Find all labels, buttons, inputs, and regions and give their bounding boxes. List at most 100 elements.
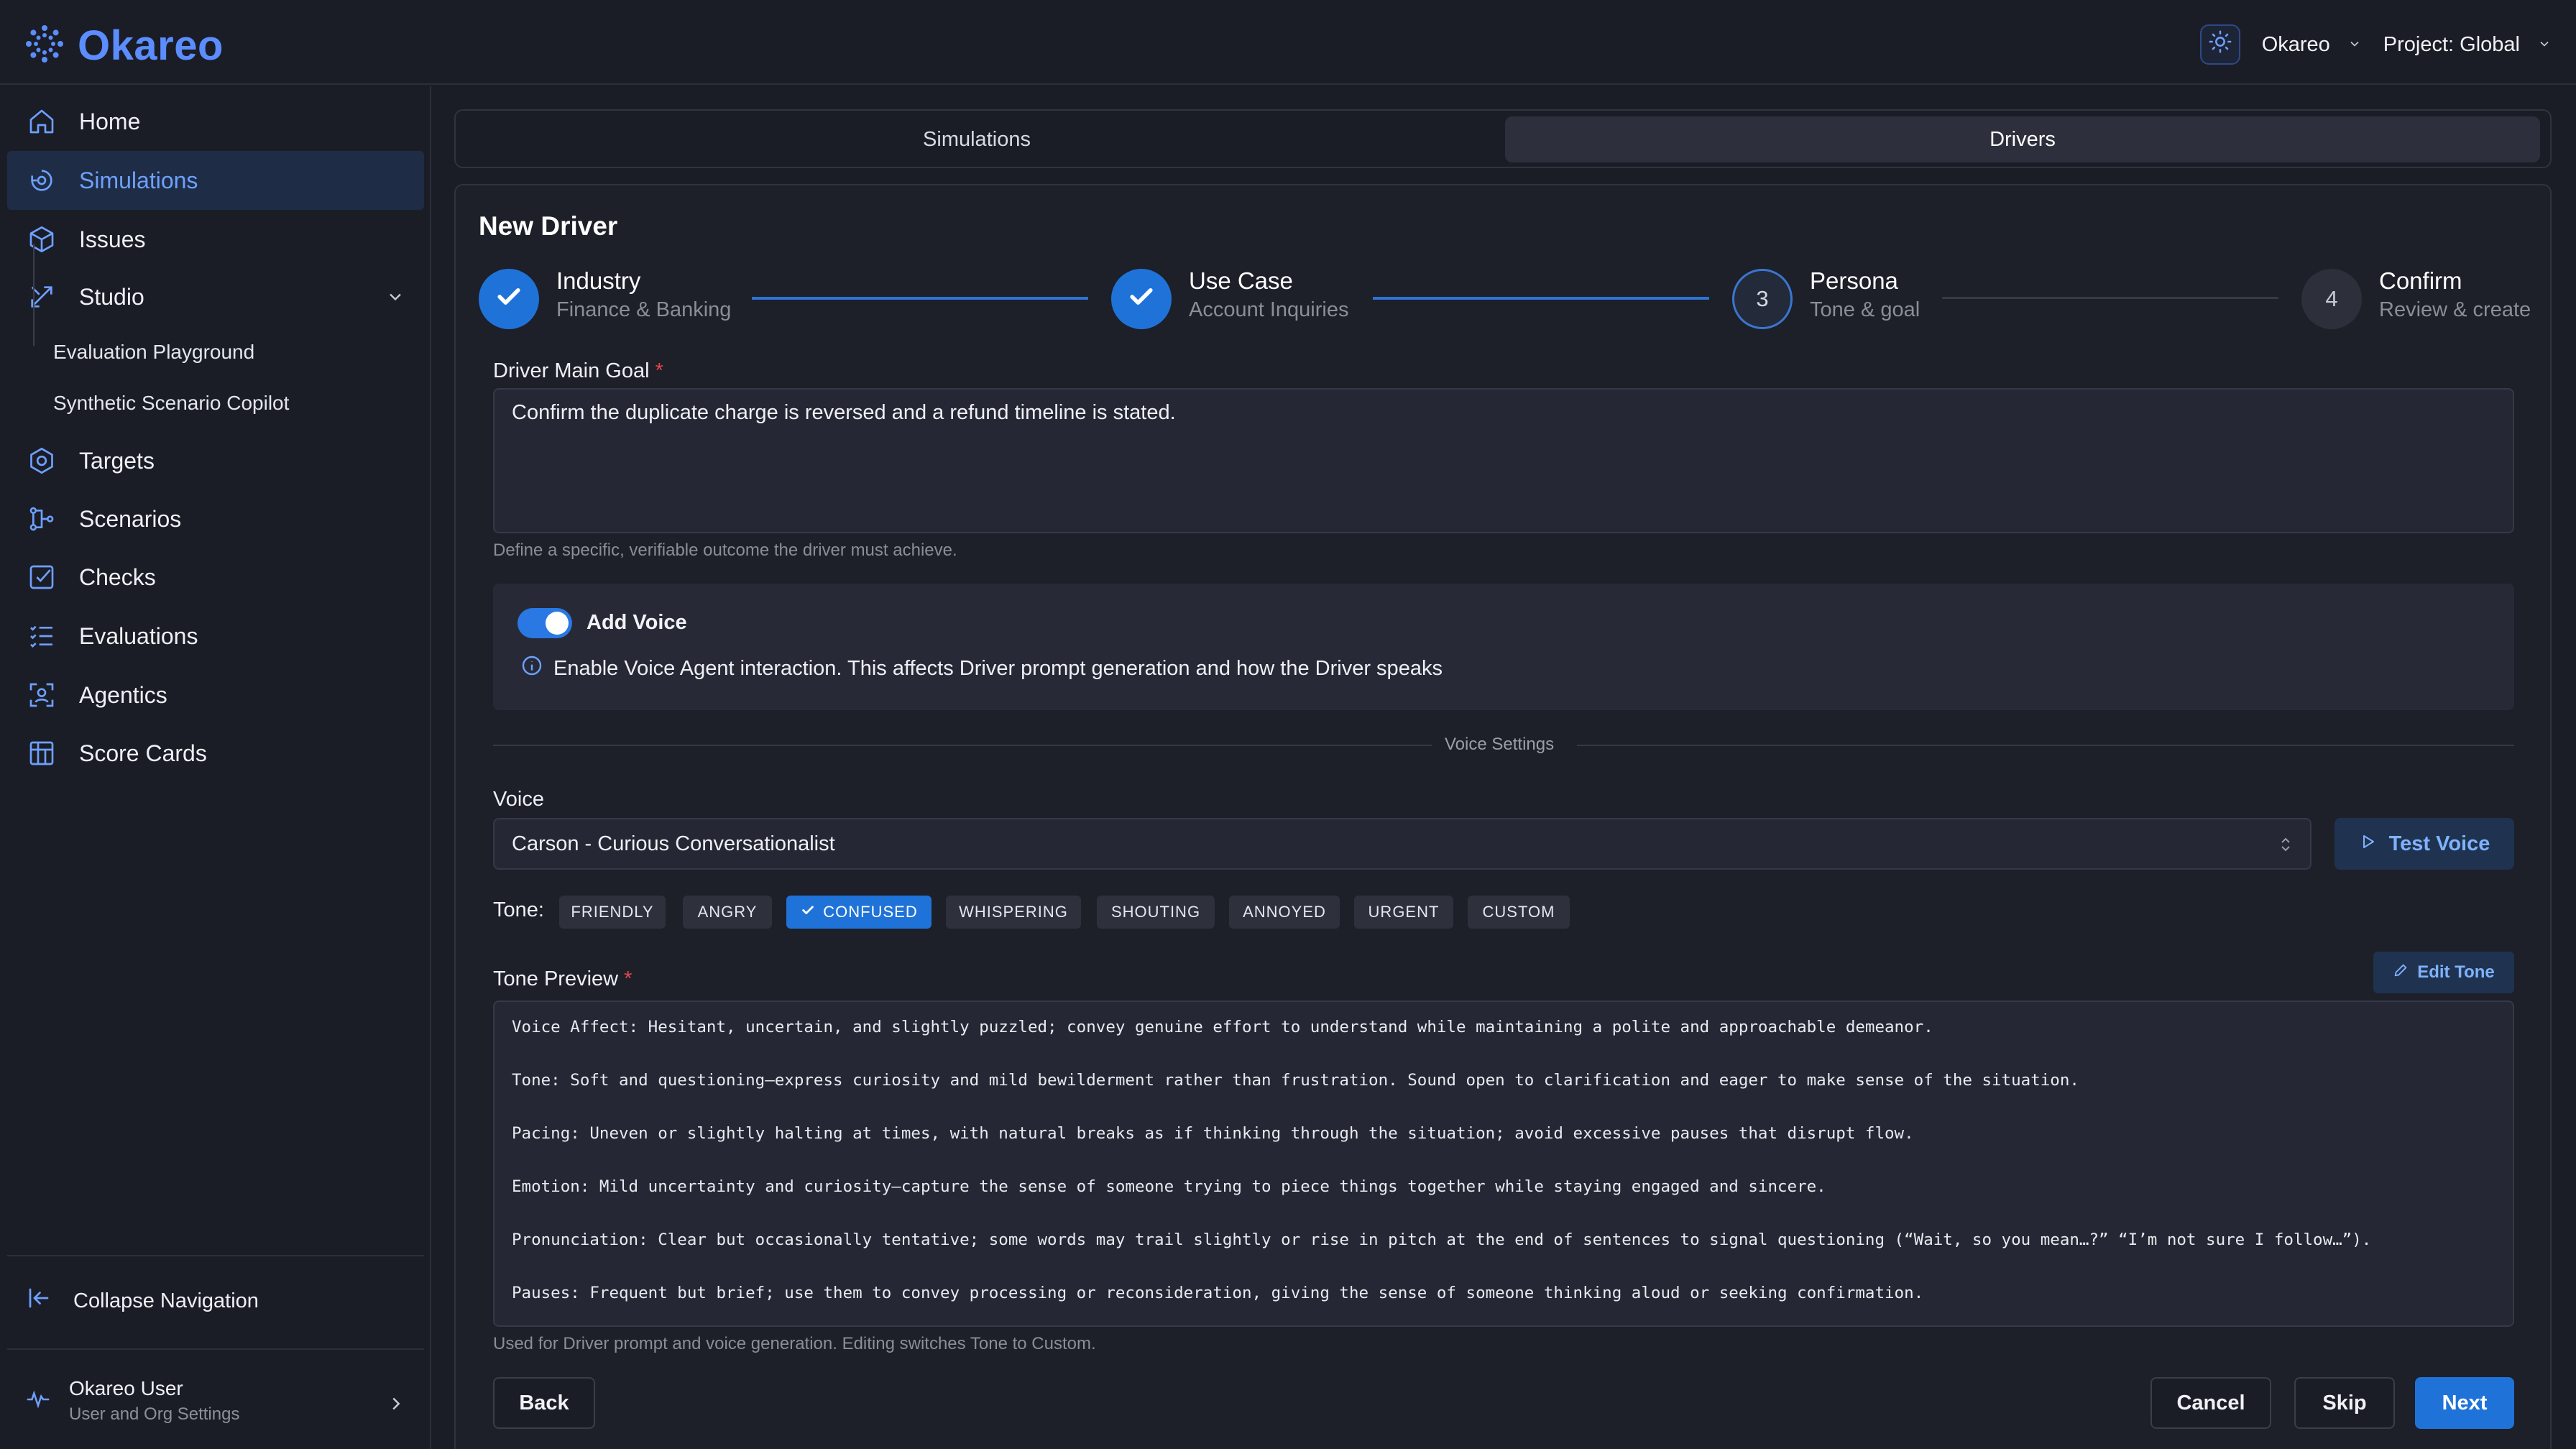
org-dropdown[interactable]: Okareo	[2262, 33, 2362, 57]
collapse-arrow-icon	[26, 1285, 52, 1317]
pencil-icon	[2393, 962, 2409, 983]
tab-simulations[interactable]: Simulations	[463, 116, 1491, 162]
sidebar-item-checks[interactable]: Checks	[7, 548, 424, 607]
sidebar-item-label: Evaluations	[79, 622, 198, 649]
scenario-flow-icon	[26, 503, 58, 535]
sidebar-item-scenarios[interactable]: Scenarios	[7, 489, 424, 548]
step-4-pending[interactable]: 4	[2301, 269, 2362, 329]
cube-icon	[26, 224, 58, 255]
step-1-label: Industry	[556, 267, 641, 294]
sidebar-item-simulations[interactable]: Simulations	[7, 151, 424, 210]
sidebar-item-targets[interactable]: Targets	[7, 431, 424, 490]
tone-preview-label-text: Tone Preview	[493, 967, 619, 990]
chevron-down-icon	[385, 286, 405, 313]
checkbox-icon	[26, 561, 58, 593]
tone-chip-annoyed[interactable]: ANNOYED	[1229, 896, 1340, 929]
select-updown-icon	[2277, 835, 2294, 860]
step-1-sub: Finance & Banking	[556, 298, 732, 321]
next-button[interactable]: Next	[2415, 1377, 2514, 1429]
voice-panel: Add Voice Enable Voice Agent interaction…	[493, 584, 2514, 710]
divider	[1577, 745, 2514, 746]
voice-info: Enable Voice Agent interaction. This aff…	[520, 654, 1443, 683]
tone-preview-line: Tone: Soft and questioning—express curio…	[512, 1071, 2079, 1090]
step-2-sub: Account Inquiries	[1189, 298, 1349, 321]
voice-select[interactable]: Carson - Curious Conversationalist	[493, 818, 2312, 870]
project-dropdown[interactable]: Project: Global	[2383, 33, 2552, 57]
required-marker: *	[655, 359, 663, 382]
sidebar-item-label: Checks	[79, 564, 156, 590]
sidebar-subitem-synthetic-scenario-copilot[interactable]: Synthetic Scenario Copilot	[53, 392, 289, 415]
tone-preview-textarea[interactable]: Voice Affect: Hesitant, uncertain, and s…	[493, 1000, 2514, 1327]
tone-preview-line: Pronunciation: Clear but occasionally te…	[512, 1230, 2372, 1249]
tone-chip-angry[interactable]: ANGRY	[683, 896, 772, 929]
sun-icon	[2208, 29, 2232, 60]
sidebar-subitem-evaluation-playground[interactable]: Evaluation Playground	[53, 341, 254, 364]
sidebar-item-label: Simulations	[79, 167, 198, 193]
edit-tone-button[interactable]: Edit Tone	[2373, 952, 2514, 993]
sidebar-item-score-cards[interactable]: Score Cards	[7, 724, 424, 783]
sidebar-item-label: Home	[79, 108, 141, 134]
test-voice-label: Test Voice	[2388, 832, 2490, 855]
toggle-knob	[546, 612, 569, 635]
voice-selected-value: Carson - Curious Conversationalist	[512, 832, 835, 855]
sidebar-item-issues[interactable]: Issues	[7, 210, 424, 269]
tabs: Simulations Drivers	[454, 109, 2552, 168]
tone-chip-custom[interactable]: CUSTOM	[1468, 896, 1570, 929]
goal-hint: Define a specific, verifiable outcome th…	[493, 540, 957, 560]
user-name: Okareo User	[69, 1377, 183, 1399]
voice-settings-heading: Voice Settings	[1445, 735, 1555, 754]
okareo-logo-icon	[24, 24, 65, 68]
sidebar-item-home[interactable]: Home	[7, 92, 424, 151]
cancel-button[interactable]: Cancel	[2150, 1377, 2271, 1429]
chevron-down-icon	[2347, 33, 2362, 57]
tone-chip-friendly[interactable]: FRIENDLY	[559, 896, 666, 929]
test-voice-button[interactable]: Test Voice	[2334, 818, 2514, 870]
user-settings-button[interactable]: Okareo User User and Org Settings	[26, 1377, 239, 1425]
driver-goal-textarea[interactable]: Confirm the duplicate charge is reversed…	[493, 388, 2514, 533]
tone-chip-label: CONFUSED	[823, 903, 918, 921]
sidebar-divider	[7, 1255, 424, 1256]
sidebar-item-studio[interactable]: Studio	[7, 267, 424, 326]
step-2-complete[interactable]	[1111, 269, 1172, 329]
step-3-sub: Tone & goal	[1810, 298, 1920, 321]
tone-chip-shouting[interactable]: SHOUTING	[1097, 896, 1215, 929]
theme-toggle-button[interactable]	[2199, 24, 2240, 65]
collapse-label: Collapse Navigation	[73, 1289, 259, 1312]
tab-drivers[interactable]: Drivers	[1505, 116, 2540, 162]
project-label: Project: Global	[2383, 32, 2520, 56]
step-1-complete[interactable]	[479, 269, 539, 329]
home-icon	[26, 106, 58, 137]
sidebar-item-label: Score Cards	[79, 740, 207, 766]
simulation-icon	[26, 165, 58, 196]
step-4-label: Confirm	[2379, 267, 2462, 294]
sidebar-divider	[7, 1348, 424, 1350]
agent-scan-icon	[26, 679, 58, 711]
sidebar-item-evaluations[interactable]: Evaluations	[7, 607, 424, 666]
add-voice-toggle[interactable]	[518, 608, 572, 638]
pulse-icon	[26, 1387, 50, 1415]
step-2-label: Use Case	[1189, 267, 1293, 294]
list-check-icon	[26, 620, 58, 652]
chevron-right-icon	[385, 1393, 407, 1418]
step-3-current[interactable]: 3	[1732, 269, 1793, 329]
check-icon	[800, 902, 816, 922]
okareo-logo[interactable]: Okareo	[24, 22, 224, 70]
back-button[interactable]: Back	[493, 1377, 595, 1429]
studio-icon	[26, 281, 58, 313]
sidebar-item-label: Targets	[79, 447, 155, 474]
tone-chip-whispering[interactable]: WHISPERING	[946, 896, 1081, 929]
step-connector	[752, 297, 1088, 300]
sidebar-item-label: Agentics	[79, 681, 167, 708]
tone-preview-label: Tone Preview *	[493, 967, 632, 991]
tone-label: Tone:	[493, 898, 544, 921]
tone-chip-confused[interactable]: CONFUSED	[786, 896, 932, 929]
skip-button[interactable]: Skip	[2294, 1377, 2395, 1429]
tone-chip-urgent[interactable]: URGENT	[1354, 896, 1453, 929]
voice-info-text: Enable Voice Agent interaction. This aff…	[553, 656, 1443, 680]
sidebar-item-agentics[interactable]: Agentics	[7, 666, 424, 724]
collapse-navigation-button[interactable]: Collapse Navigation	[26, 1285, 259, 1317]
goal-label-text: Driver Main Goal	[493, 359, 650, 382]
tone-preview-line: Pacing: Uneven or slightly halting at ti…	[512, 1124, 1914, 1143]
step-connector	[1373, 297, 1709, 300]
goal-label: Driver Main Goal *	[493, 359, 663, 383]
